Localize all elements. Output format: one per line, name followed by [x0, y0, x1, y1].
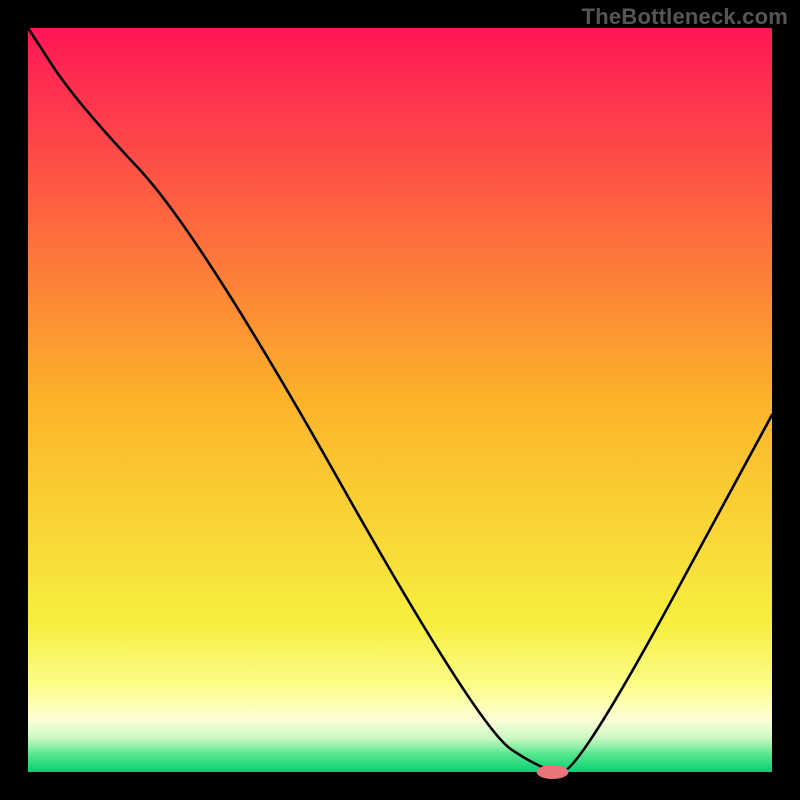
- bottleneck-chart: [0, 0, 800, 800]
- watermark-text: TheBottleneck.com: [582, 4, 788, 30]
- optimal-marker: [537, 765, 569, 779]
- chart-container: { "watermark": "TheBottleneck.com", "cha…: [0, 0, 800, 800]
- plot-background: [28, 28, 772, 772]
